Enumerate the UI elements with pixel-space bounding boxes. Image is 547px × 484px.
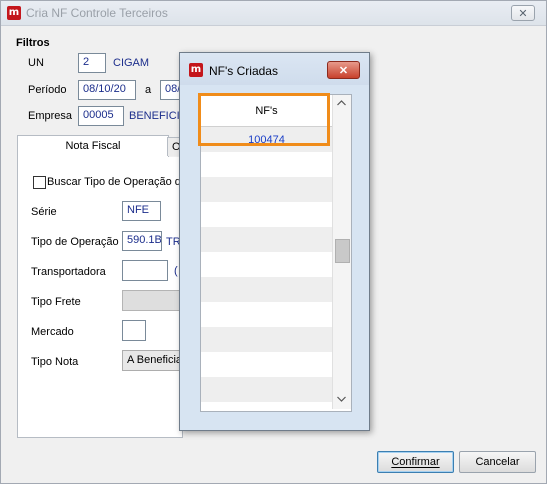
window-title: Cria NF Controle Terceiros — [26, 6, 168, 20]
mercado-input[interactable] — [122, 320, 146, 341]
tipo-operacao-label: Tipo de Operação — [31, 236, 119, 248]
table-row — [201, 302, 332, 327]
mercado-label: Mercado — [31, 326, 74, 338]
serie-label: Série — [31, 206, 57, 218]
empresa-input[interactable]: 00005 — [78, 106, 124, 126]
close-icon: ✕ — [518, 7, 528, 20]
tipo-operacao-input[interactable]: 590.1B — [122, 231, 162, 251]
dialog-titlebar: m NF's Criadas ✕ — [180, 53, 369, 85]
tipo-nota-value: A Beneficiar — [127, 354, 181, 366]
un-input[interactable]: 2 — [78, 53, 106, 73]
chevron-down-icon[interactable] — [337, 396, 346, 402]
buscar-label: Buscar Tipo de Operação da — [47, 176, 181, 188]
confirmar-label: Confirmar — [391, 456, 440, 468]
dialog-title: NF's Criadas — [209, 64, 278, 78]
transportadora-input[interactable] — [122, 260, 168, 281]
scrollbar-thumb[interactable] — [335, 239, 350, 263]
chevron-up-icon[interactable] — [337, 100, 346, 106]
tipo-nota-select[interactable]: A Beneficiar — [122, 350, 181, 371]
table-row — [201, 202, 332, 227]
table-row — [201, 177, 332, 202]
table-row — [201, 327, 332, 352]
cancelar-button[interactable]: Cancelar — [459, 451, 536, 473]
vertical-scrollbar[interactable] — [332, 95, 351, 409]
serie-input[interactable]: NFE — [122, 201, 161, 221]
main-titlebar: m Cria NF Controle Terceiros ✕ — [1, 1, 546, 26]
table-row — [201, 152, 332, 177]
transportadora-label: Transportadora — [31, 266, 106, 278]
confirmar-button[interactable]: Confirmar — [377, 451, 454, 473]
table-row — [201, 252, 332, 277]
tab-nota-fiscal-label: Nota Fiscal — [65, 140, 121, 152]
un-name: CIGAM — [113, 57, 150, 69]
close-icon: ✕ — [338, 64, 349, 77]
periodo-label: Período — [28, 84, 67, 96]
dialog-logo-icon: m — [189, 63, 203, 77]
filtros-group-title: Filtros — [16, 37, 50, 49]
periodo-separator: a — [145, 84, 152, 96]
tab-nota-fiscal[interactable]: Nota Fiscal — [17, 135, 169, 158]
un-label: UN — [28, 57, 44, 69]
buscar-checkbox[interactable] — [33, 176, 46, 189]
dialog-close-button[interactable]: ✕ — [327, 61, 360, 79]
tipo-frete-label: Tipo Frete — [31, 296, 81, 308]
table-row — [201, 377, 332, 402]
cancelar-label: Cancelar — [475, 456, 520, 468]
periodo-start-input[interactable]: 08/10/20 — [78, 80, 136, 100]
close-window-button[interactable]: ✕ — [511, 5, 535, 21]
table-row — [201, 277, 332, 302]
app-logo-icon: m — [7, 6, 21, 20]
table-row — [201, 227, 332, 252]
empresa-label: Empresa — [28, 110, 73, 122]
transportadora-name: ( — [174, 265, 178, 277]
table-row — [201, 352, 332, 377]
tipo-nota-label: Tipo Nota — [31, 356, 79, 368]
highlight-box — [198, 93, 330, 146]
tipo-frete-select[interactable] — [122, 290, 181, 311]
